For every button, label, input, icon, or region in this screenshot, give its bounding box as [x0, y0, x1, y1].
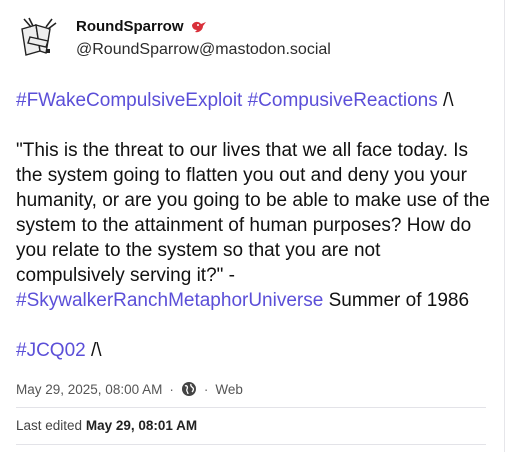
tag-suffix: /\	[90, 340, 102, 361]
quote-text: "This is the threat to our lives that we…	[16, 140, 490, 286]
separator-dot: ·	[169, 381, 174, 397]
divider	[16, 407, 486, 408]
account-handle[interactable]: @RoundSparrow@mastodon.social	[76, 41, 331, 59]
content-line-tags: #FWakeCompulsiveExploit #CompusiveReacti…	[16, 88, 494, 113]
edited-label: Last edited	[16, 418, 83, 433]
hashtag-link[interactable]: #SkywalkerRanchMetaphorUniverse	[16, 290, 323, 311]
hashtag-link[interactable]: #FWakeCompulsiveExploit	[16, 90, 242, 111]
author-names: RoundSparrow @RoundSparrow@mastodon.soci…	[76, 15, 331, 61]
sparrow-logo-icon	[16, 15, 62, 61]
avatar[interactable]	[16, 15, 62, 61]
red-bird-icon	[190, 19, 208, 35]
status-meta: May 29, 2025, 08:00 AM · · Web	[16, 381, 243, 397]
tag-suffix: /\	[442, 90, 454, 111]
status-timestamp[interactable]: May 29, 2025, 08:00 AM	[16, 382, 162, 397]
status-card: RoundSparrow @RoundSparrow@mastodon.soci…	[0, 0, 505, 452]
hashtag-link[interactable]: #CompusiveReactions	[248, 90, 438, 111]
separator-dot: ·	[203, 381, 209, 397]
application-name[interactable]: Web	[215, 382, 243, 397]
content-quote: "This is the threat to our lives that we…	[16, 138, 494, 313]
divider	[16, 444, 486, 445]
quote-suffix: Summer of 1986	[328, 290, 470, 311]
display-name[interactable]: RoundSparrow	[76, 18, 184, 35]
content-footer-tags: #JCQ02 /\	[16, 338, 494, 363]
status-content: #FWakeCompulsiveExploit #CompusiveReacti…	[16, 88, 494, 388]
edit-history[interactable]: Last edited May 29, 08:01 AM	[16, 418, 197, 433]
edited-time: May 29, 08:01 AM	[85, 418, 198, 433]
status-header: RoundSparrow @RoundSparrow@mastodon.soci…	[16, 15, 331, 61]
hashtag-link[interactable]: #JCQ02	[16, 340, 86, 361]
globe-icon[interactable]	[181, 381, 197, 397]
